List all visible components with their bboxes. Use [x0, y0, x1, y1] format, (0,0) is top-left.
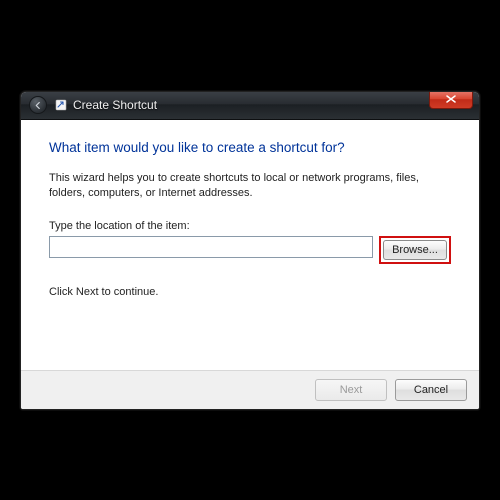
browse-button[interactable]: Browse... — [383, 240, 447, 260]
page-description: This wizard helps you to create shortcut… — [49, 171, 451, 203]
close-button[interactable] — [429, 91, 473, 109]
location-label: Type the location of the item: — [49, 220, 451, 232]
content-area: What item would you like to create a sho… — [21, 120, 479, 370]
page-heading: What item would you like to create a sho… — [49, 140, 451, 155]
continue-hint: Click Next to continue. — [49, 286, 451, 298]
close-icon — [446, 95, 456, 103]
back-button[interactable] — [29, 96, 47, 114]
location-row: Browse... — [49, 236, 451, 264]
titlebar: Create Shortcut — [21, 92, 479, 120]
location-input[interactable] — [49, 236, 373, 258]
cancel-button[interactable]: Cancel — [395, 379, 467, 401]
window-title: Create Shortcut — [73, 98, 157, 112]
footer-bar: Next Cancel — [21, 370, 479, 409]
back-arrow-icon — [34, 101, 43, 110]
shortcut-icon — [55, 99, 67, 111]
browse-highlight: Browse... — [379, 236, 451, 264]
next-button[interactable]: Next — [315, 379, 387, 401]
dialog-window: Create Shortcut What item would you like… — [20, 91, 480, 410]
